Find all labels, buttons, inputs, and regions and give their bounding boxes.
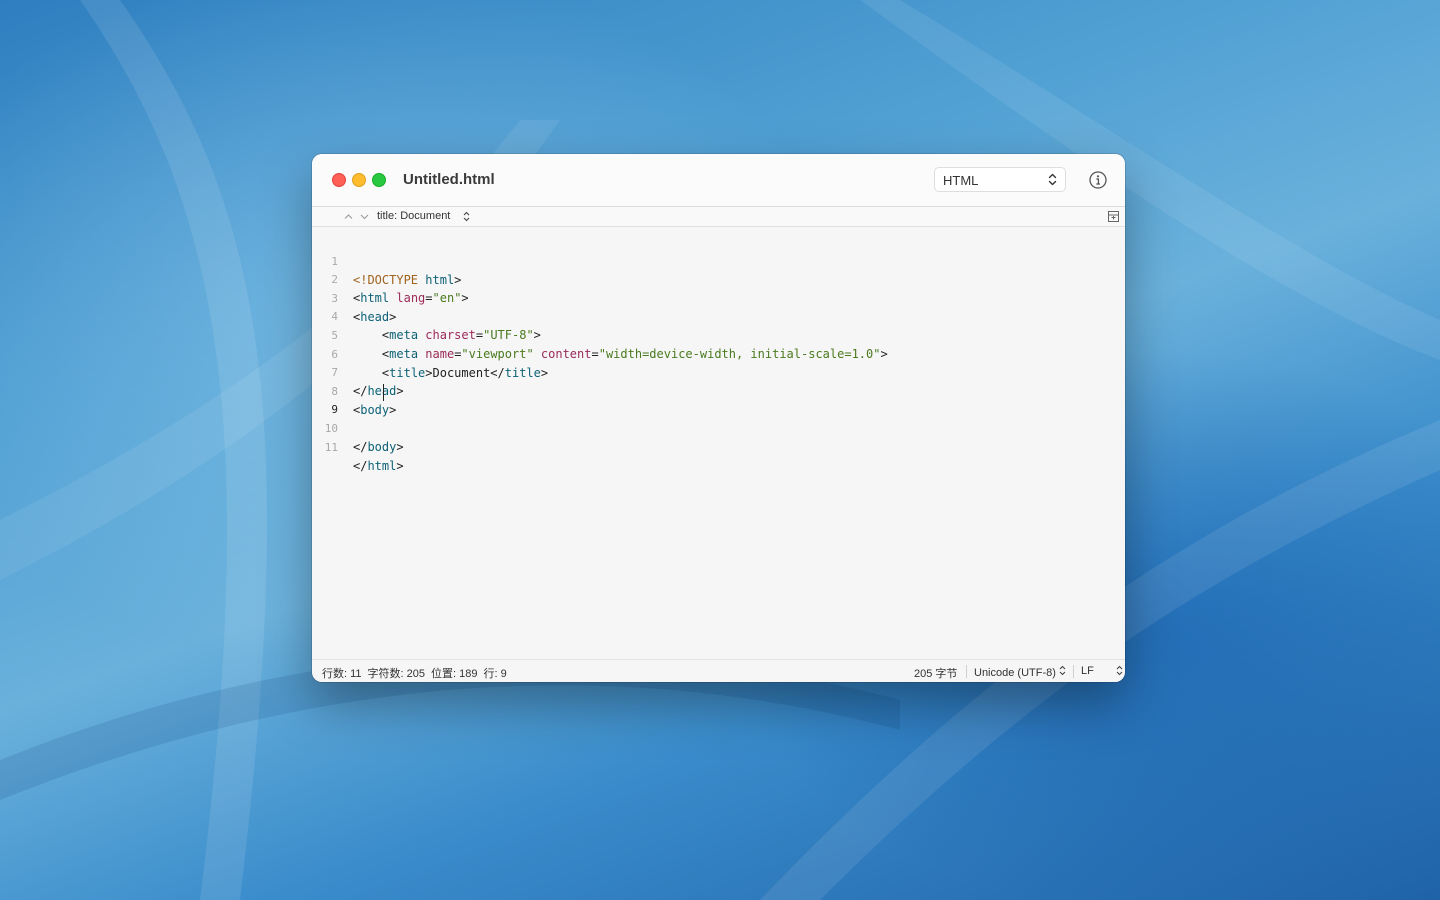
- prev-next-arrows-icon[interactable]: [344, 212, 370, 221]
- tag-name: body: [367, 440, 397, 454]
- encoding-select[interactable]: Unicode (UTF-8): [966, 665, 1066, 679]
- code-editor[interactable]: 1 <!DOCTYPE html> 2 <html lang="en"> 3 <…: [312, 227, 1125, 660]
- line-ending-select[interactable]: LF: [1073, 665, 1123, 678]
- chevron-updown-icon: [1048, 173, 1057, 186]
- syntax-style-label: HTML: [943, 173, 979, 188]
- line-count: 行数: 11: [322, 668, 362, 680]
- close-button[interactable]: [332, 173, 346, 187]
- encoding-label: Unicode (UTF-8): [974, 667, 1056, 679]
- editor-window: Untitled.html HTML title: Document 1 <!D…: [312, 154, 1125, 682]
- code-line: 7 </head>: [312, 346, 1125, 398]
- line-ending-label: LF: [1081, 665, 1094, 677]
- minimize-button[interactable]: [352, 173, 366, 187]
- window-title: Untitled.html: [403, 171, 495, 188]
- chevron-updown-icon: [1116, 665, 1123, 676]
- syntax-style-select[interactable]: HTML: [934, 167, 1066, 192]
- status-bar: 行数: 11 字符数: 205 位置: 189 行: 9 205 字节 Unicode…: [312, 659, 1125, 682]
- code-line: 6 <title>Document</title>: [312, 328, 1125, 380]
- cursor-line: 行: 9: [483, 668, 507, 680]
- code-line: 1 <!DOCTYPE html>: [312, 235, 1125, 287]
- maximize-button[interactable]: [372, 173, 386, 187]
- tag-name: html: [367, 459, 397, 473]
- bracket: >: [396, 459, 404, 473]
- bracket: </: [353, 459, 368, 473]
- bracket: >: [396, 440, 404, 454]
- split-editor-icon[interactable]: [1108, 211, 1119, 222]
- document-stats: 行数: 11 字符数: 205 位置: 189 行: 9: [322, 665, 513, 681]
- file-size: 205 字节: [914, 668, 958, 680]
- cursor-position: 位置: 189: [431, 668, 478, 680]
- outline-symbol[interactable]: title: Document: [377, 210, 450, 222]
- code-line: 3 <head>: [312, 272, 1125, 324]
- navigation-bar: title: Document: [312, 207, 1125, 227]
- title-bar: Untitled.html HTML: [312, 154, 1125, 207]
- code-line: 2 <html lang="en">: [312, 253, 1125, 305]
- code-line: 10 </body>: [312, 402, 1125, 454]
- code-line-current: 9: [312, 383, 1125, 416]
- chevron-updown-icon[interactable]: [463, 211, 470, 222]
- line-number: 11: [324, 441, 338, 454]
- info-circle-icon[interactable]: [1088, 170, 1108, 190]
- text-caret: [383, 384, 384, 401]
- code-line: 11 </html>: [312, 421, 1125, 473]
- chevron-updown-icon: [1059, 665, 1066, 676]
- code-line: 5 <meta name="viewport" content="width=d…: [312, 309, 1125, 361]
- char-count: 字符数: 205: [367, 668, 425, 680]
- code-line: 8 <body>: [312, 365, 1125, 417]
- code-line: 4 <meta charset="UTF-8">: [312, 290, 1125, 342]
